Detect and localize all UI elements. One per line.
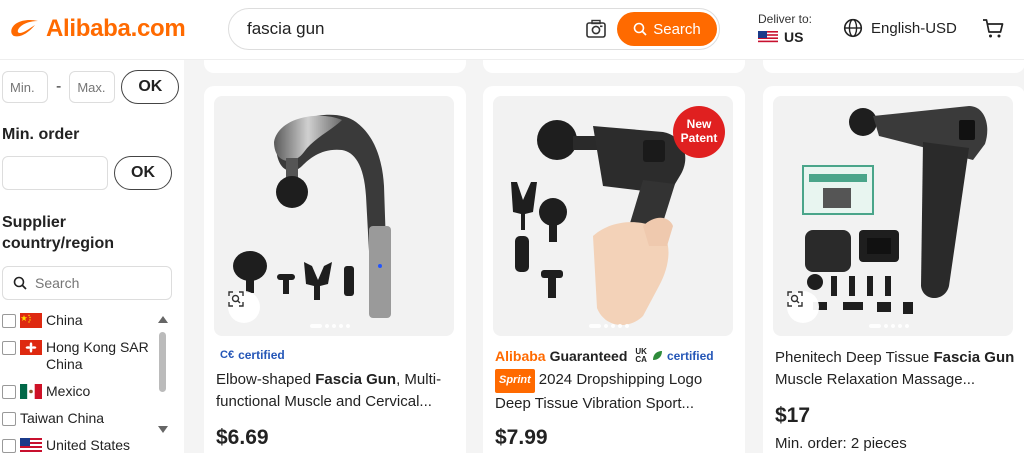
price-max-input[interactable] [69,71,116,103]
deliver-to-selector[interactable]: Deliver to: US [758,12,812,45]
certified-label: certified [666,349,714,363]
country-checkbox[interactable] [2,314,16,328]
country-option-taiwan[interactable]: Taiwan China [2,405,172,432]
product-image[interactable] [214,96,454,336]
globe-icon [843,18,863,38]
product-image[interactable] [773,96,1013,336]
price-range-separator: - [56,78,62,95]
ukca-mark-icon: UK CA [635,347,647,364]
min-order-title: Min. order [2,126,80,143]
ce-mark-icon: C€ [220,349,235,361]
alibaba-logo[interactable]: Alibaba.com [8,14,186,44]
deliver-to-label: Deliver to: [758,12,813,26]
price-min-input[interactable] [2,71,48,103]
language-label: English-USD [871,19,957,37]
certified-label: certified [238,348,285,362]
image-carousel-dots[interactable] [589,324,629,328]
search-icon [13,276,27,290]
title-keyword: Fascia Gun [933,349,1015,366]
country-checkbox[interactable] [2,385,16,399]
product-price: $17 [775,404,811,427]
product-min-order: Min. order: 2 pieces [775,435,907,452]
min-order-filter: OK [2,156,172,190]
product-image[interactable]: New Patent [493,96,733,336]
title-text: Muscle Relaxation Massage... [775,370,976,388]
alibaba-guaranteed-badge: Alibaba Guaranteed UK CA certified [495,347,714,365]
country-option-hong-kong[interactable]: Hong Kong SAR China [2,334,152,378]
country-name: Hong Kong SAR China [46,339,149,372]
country-option-mexico[interactable]: Mexico [2,378,172,405]
title-keyword: Fascia Gun [315,371,397,388]
product-card[interactable]: Phenitech Deep Tissue Fascia Gun Muscle … [763,86,1024,453]
china-flag-icon [20,313,42,328]
product-card[interactable]: New Patent Alibaba Guaranteed UK CA certif… [483,86,745,453]
logo-text: Alibaba.com [46,15,186,42]
search-input[interactable] [247,18,577,40]
previous-row-card [763,60,1024,73]
previous-row-card [204,60,466,73]
deliver-country-value: US [784,29,804,45]
country-name: United States [46,437,131,453]
supplier-country-list: China Hong Kong SAR China Mexico Taiwan … [2,307,172,453]
top-header: Alibaba.com Search Deliver to: [0,0,1024,60]
product-title[interactable]: Sprint 2024 Dropshipping Logo Deep Tissue… [495,369,735,414]
filter-sidebar: - OK Min. order OK Supplier country/regi… [0,60,184,453]
cart-icon[interactable] [982,17,1004,39]
country-list-scrollbar[interactable] [157,316,169,436]
new-patent-badge: New Patent [673,106,725,158]
product-price: $6.69 [216,426,269,449]
country-option-united-states[interactable]: United States [2,432,172,453]
scroll-down-arrow-icon[interactable] [158,426,168,433]
scroll-thumb[interactable] [159,332,166,392]
supplier-search-field [2,266,172,300]
min-order-ok-button[interactable]: OK [114,156,172,190]
country-name: Mexico [46,383,91,399]
country-checkbox[interactable] [2,412,16,426]
guarantee-brand: Alibaba [495,348,546,364]
min-order-input[interactable] [2,156,108,190]
product-title[interactable]: Elbow-shaped Fascia Gun, Multi-functiona… [216,369,456,412]
title-text: Phenitech Deep Tissue [775,349,934,366]
guarantee-word: Guaranteed [549,348,628,364]
country-option-china[interactable]: China [2,307,172,334]
country-name: China [46,312,83,328]
price-range-filter: - OK [2,70,180,104]
sprint-badge: Sprint [495,369,535,393]
image-search-lens-icon[interactable] [787,291,819,323]
country-checkbox[interactable] [2,341,16,355]
image-search-lens-icon[interactable] [228,291,260,323]
product-grid: C€ certified Elbow-shaped Fascia Gun, Mu… [184,60,1024,453]
hong-kong-flag-icon [20,340,42,355]
product-title[interactable]: Phenitech Deep Tissue Fascia Gun Muscle … [775,347,1015,390]
mexico-flag-icon [20,384,42,399]
certified-badge: C€ certified [220,348,285,362]
scroll-up-arrow-icon[interactable] [158,316,168,323]
product-card[interactable]: C€ certified Elbow-shaped Fascia Gun, Mu… [204,86,466,453]
alibaba-logo-icon [11,19,38,37]
image-carousel-dots[interactable] [310,324,350,328]
search-bar: Search [228,8,720,50]
search-icon [633,22,647,36]
country-name: Taiwan China [20,410,105,426]
image-carousel-dots[interactable] [869,324,909,328]
us-flag-icon [758,30,778,44]
country-checkbox[interactable] [2,439,16,453]
search-button[interactable]: Search [617,12,717,46]
image-search-camera-icon[interactable] [585,18,607,40]
product-price: $7.99 [495,426,548,449]
supplier-region-title: Supplier country/region [2,214,115,252]
language-currency-selector[interactable]: English-USD [843,18,957,38]
price-ok-button[interactable]: OK [121,70,180,104]
title-text: Elbow-shaped [216,371,316,388]
us-flag-icon [20,438,42,453]
supplier-search-input[interactable] [35,275,155,291]
search-button-label: Search [653,20,701,38]
previous-row-card [483,60,745,73]
leaf-icon [652,351,662,360]
